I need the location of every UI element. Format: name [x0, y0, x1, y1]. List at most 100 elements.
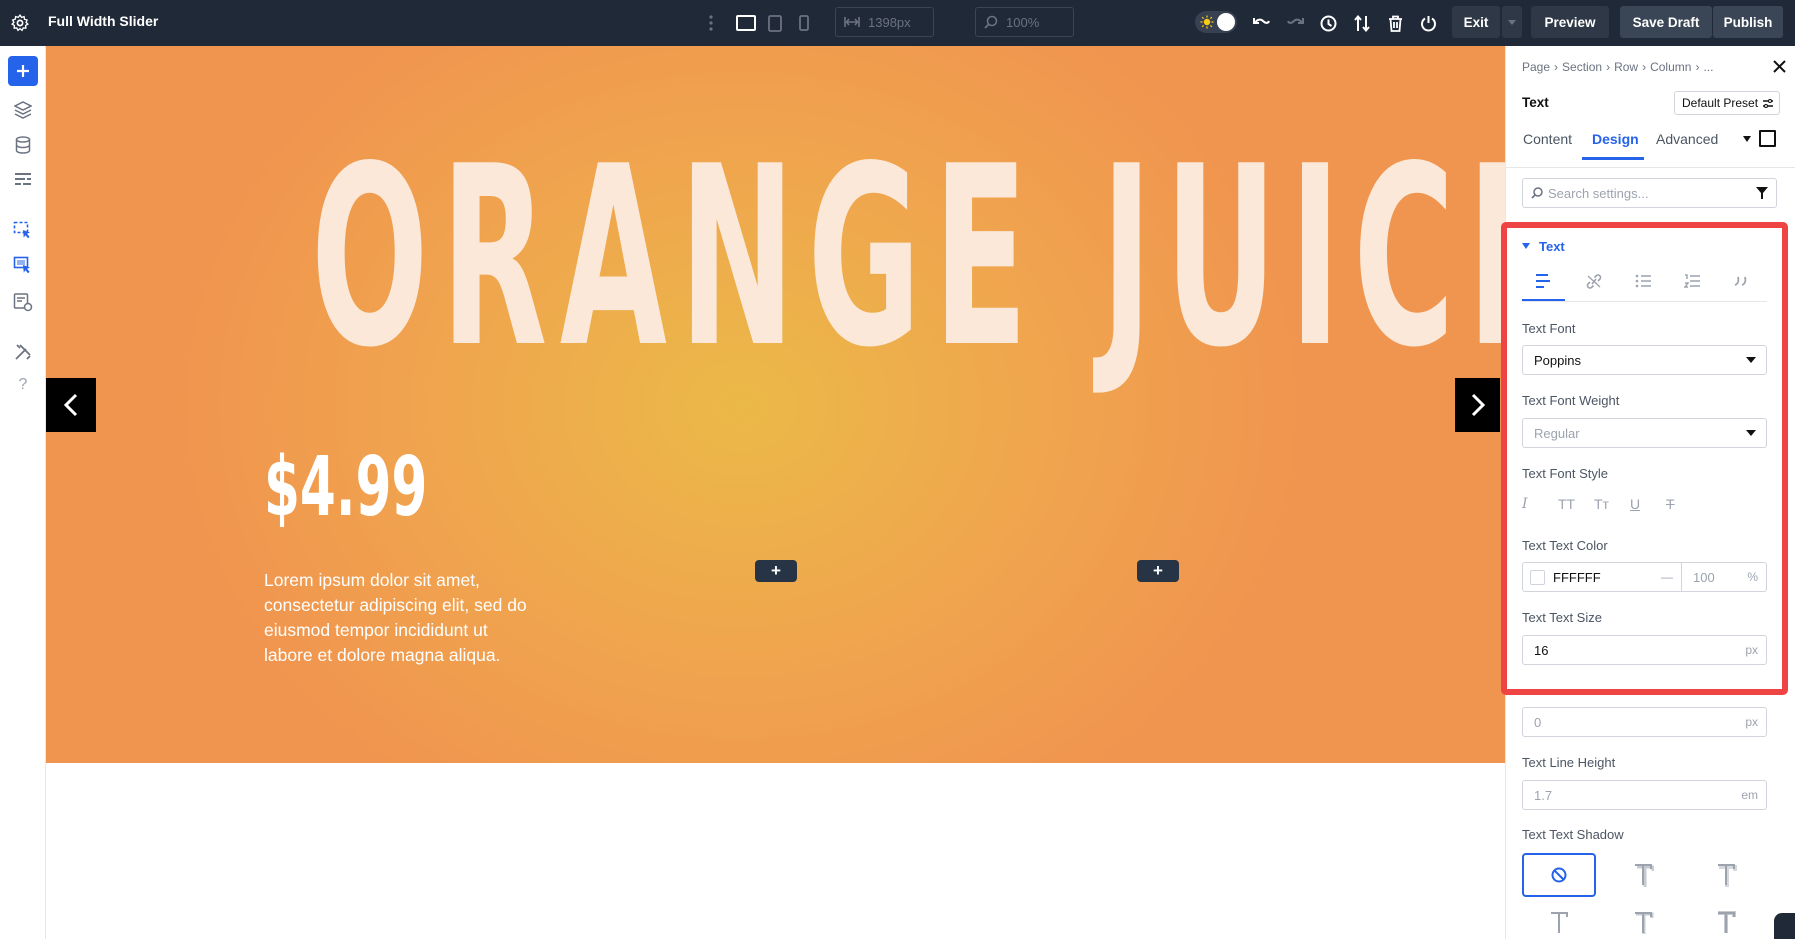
letter-spacing-input[interactable]: 0 px [1522, 707, 1767, 737]
shadow-option-2[interactable] [1689, 853, 1763, 897]
full-width-slider[interactable]: ORANGE JUICE $4.99 Lorem ipsum dolor sit… [46, 46, 1505, 763]
text-shadow-icon [1548, 910, 1570, 936]
desktop-view-icon[interactable] [734, 11, 758, 35]
gear-icon[interactable] [8, 11, 32, 35]
slide-headline[interactable]: ORANGE JUICE [311, 134, 1216, 382]
preview-button[interactable]: Preview [1531, 6, 1609, 38]
shadow-none-option[interactable] [1522, 853, 1596, 897]
layout-icon[interactable] [8, 165, 38, 195]
undo-icon[interactable] [1249, 11, 1273, 35]
capitalize-button[interactable]: Tт [1594, 496, 1630, 512]
text-shadow-icon [1632, 910, 1654, 936]
chat-corner-button[interactable] [1774, 913, 1795, 939]
layers-icon[interactable] [8, 95, 38, 125]
cursor-select-icon[interactable] [8, 216, 38, 246]
tab-content[interactable]: Content [1523, 131, 1572, 147]
link-icon[interactable] [1586, 274, 1602, 289]
list-icon[interactable] [1635, 274, 1651, 288]
tabs-divider [1506, 167, 1795, 168]
exit-dropdown-button[interactable] [1502, 6, 1522, 38]
color-clear-dash[interactable]: — [1661, 570, 1673, 584]
shadow-option-5[interactable] [1689, 901, 1763, 945]
align-left-icon[interactable] [1535, 274, 1551, 288]
tablet-view-icon[interactable] [763, 11, 787, 35]
chevron-down-icon [1746, 430, 1756, 436]
shadow-option-1[interactable] [1606, 853, 1680, 897]
multi-select-icon[interactable] [8, 251, 38, 281]
quote-icon[interactable] [1733, 275, 1749, 287]
caret-down-icon[interactable] [1743, 136, 1751, 142]
text-size-value: 16 [1534, 643, 1548, 658]
database-icon[interactable] [8, 130, 38, 160]
add-module-button[interactable]: + [755, 560, 797, 582]
preset-selector[interactable]: Default Preset [1674, 91, 1780, 115]
color-swatch[interactable] [1530, 570, 1545, 585]
add-module-button-2[interactable]: + [1137, 560, 1179, 582]
strikethrough-button[interactable]: T [1666, 496, 1702, 512]
color-opacity-input[interactable]: 100 % [1681, 562, 1767, 592]
phone-view-icon[interactable] [792, 11, 816, 35]
power-icon[interactable] [1416, 11, 1440, 35]
chevron-down-icon [1746, 357, 1756, 363]
top-toolbar: Full Width Slider 1398px 100% [0, 0, 1795, 46]
redo-icon[interactable] [1283, 11, 1307, 35]
zoom-field[interactable]: 100% [975, 7, 1074, 37]
more-vertical-icon[interactable] [704, 11, 718, 35]
text-size-input[interactable]: 16 px [1522, 635, 1767, 665]
slider-next-button[interactable] [1455, 378, 1500, 432]
text-shadow-icon [1715, 910, 1737, 936]
color-hex-value: FFFFFF [1553, 570, 1601, 585]
tools-icon[interactable] [8, 337, 38, 367]
responsive-toggle-icon[interactable] [1759, 130, 1776, 147]
add-element-button[interactable] [8, 56, 38, 86]
canvas-width-field[interactable]: 1398px [835, 7, 934, 37]
breadcrumb-column[interactable]: Column [1650, 60, 1691, 74]
exit-button[interactable]: Exit [1452, 6, 1500, 38]
text-shadow-icon [1632, 862, 1654, 888]
breadcrumb-section[interactable]: Section [1562, 60, 1602, 74]
italic-button[interactable]: I [1522, 496, 1558, 512]
ordered-list-icon[interactable] [1684, 274, 1700, 288]
tab-design[interactable]: Design [1592, 131, 1639, 147]
chevron-right-icon [1471, 393, 1485, 417]
filter-icon[interactable] [1756, 187, 1768, 199]
history-icon[interactable] [1316, 11, 1340, 35]
publish-button[interactable]: Publish [1713, 6, 1783, 38]
breadcrumb-separator-icon: › [1642, 60, 1646, 74]
theme-toggle[interactable] [1195, 11, 1237, 33]
line-height-unit: em [1741, 788, 1758, 802]
page-title: Full Width Slider [48, 13, 158, 29]
font-weight-select[interactable]: Regular [1522, 418, 1767, 448]
font-weight-label: Text Font Weight [1522, 393, 1619, 408]
sort-arrows-icon[interactable] [1350, 11, 1374, 35]
underline-button[interactable]: U [1630, 496, 1666, 512]
help-icon[interactable]: ? [8, 370, 38, 400]
uppercase-button[interactable]: TT [1558, 496, 1594, 512]
toggle-knob [1217, 13, 1235, 31]
breadcrumb-more[interactable]: ... [1703, 60, 1713, 74]
shadow-option-3[interactable] [1522, 901, 1596, 945]
module-name: Text [1522, 95, 1549, 110]
slider-prev-button[interactable] [46, 378, 96, 432]
collapse-caret-icon[interactable] [1522, 243, 1530, 249]
slide-price[interactable]: $4.99 [264, 447, 427, 529]
breadcrumb-page[interactable]: Page [1522, 60, 1550, 74]
font-weight-value: Regular [1534, 426, 1580, 441]
shadow-option-4[interactable] [1606, 901, 1680, 945]
save-draft-button[interactable]: Save Draft [1620, 6, 1712, 38]
tab-advanced[interactable]: Advanced [1656, 131, 1718, 147]
zoom-value: 100% [1006, 15, 1039, 30]
group-title[interactable]: Text [1539, 239, 1565, 254]
text-color-input[interactable]: FFFFFF — [1522, 562, 1682, 592]
trash-icon[interactable] [1383, 11, 1407, 35]
text-font-select[interactable]: Poppins [1522, 345, 1767, 375]
line-height-input[interactable]: 1.7 em [1522, 780, 1767, 810]
page-settings-icon[interactable] [8, 287, 38, 317]
settings-search-input[interactable]: Search settings... [1522, 178, 1777, 208]
sliders-icon [1763, 99, 1773, 108]
slide-body-text[interactable]: Lorem ipsum dolor sit amet, consectetur … [264, 568, 534, 668]
preset-label: Default Preset [1682, 96, 1758, 110]
breadcrumb-row[interactable]: Row [1614, 60, 1638, 74]
opacity-value: 100 [1693, 570, 1715, 585]
close-icon[interactable] [1773, 60, 1786, 73]
